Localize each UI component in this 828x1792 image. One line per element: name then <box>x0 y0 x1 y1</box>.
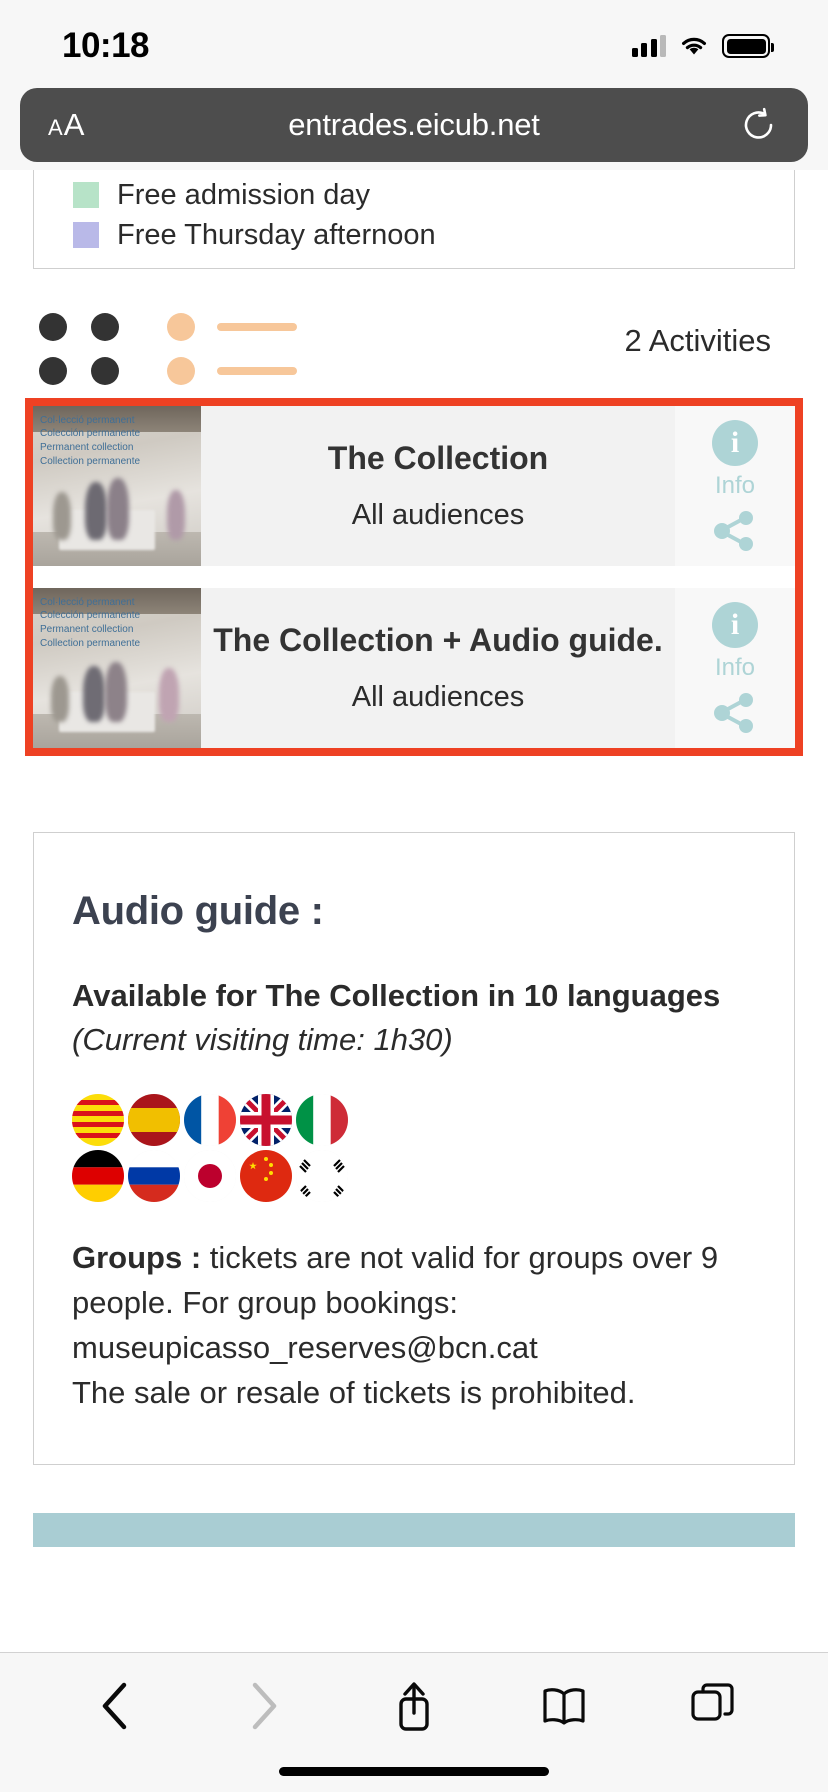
uk-flag <box>240 1093 292 1146</box>
groups-label: Groups : <box>72 1239 202 1275</box>
ios-status-bar: 10:18 <box>0 0 828 88</box>
info-label: Info <box>714 471 756 499</box>
info-icon[interactable]: i <box>712 601 758 648</box>
activity-audience: All audiences <box>351 498 525 531</box>
flag-row-1 <box>72 1093 756 1146</box>
safari-url-bar-container: A A entrades.eicub.net <box>0 88 828 176</box>
skeleton-dot <box>39 312 67 341</box>
legend-label: Free admission day <box>117 179 371 211</box>
audio-guide-card: Audio guide : Available for The Collecti… <box>33 831 795 1465</box>
thumb-caption: Col·lecció permanent Colección permanent… <box>40 414 141 467</box>
thumb-figure <box>105 661 127 722</box>
japanese-flag <box>184 1149 236 1202</box>
audio-guide-title: Audio guide : <box>72 888 324 933</box>
spanish-flag <box>128 1093 180 1146</box>
activity-title: The Collection <box>327 439 549 476</box>
skeleton-bar-orange <box>217 366 297 375</box>
info-label: Info <box>714 653 756 681</box>
thumb-caption: Col·lecció permanent Colección permanent… <box>40 596 141 649</box>
skeleton-dot <box>91 312 119 341</box>
chevron-right-icon <box>235 1677 293 1735</box>
korean-flag <box>296 1149 348 1202</box>
battery-full-icon <box>722 34 774 58</box>
legend-swatch-green <box>73 182 99 209</box>
activity-audience: All audiences <box>351 680 525 713</box>
flag-row-2 <box>72 1149 756 1202</box>
activity-thumbnail: Col·lecció permanent Colección permanent… <box>33 587 201 748</box>
chevron-left-icon[interactable] <box>86 1677 144 1735</box>
skeleton-dot <box>39 356 67 385</box>
cellular-signal-icon <box>631 35 666 57</box>
activities-count: 2 Activities <box>624 322 771 358</box>
skeleton-bar-orange <box>217 322 297 331</box>
tabs-icon[interactable] <box>684 1677 742 1735</box>
safari-bottom-toolbar <box>0 1652 828 1792</box>
text-size-button[interactable]: A A <box>48 107 84 143</box>
share-icon[interactable] <box>712 692 758 734</box>
activity-actions: i Info <box>675 405 795 566</box>
legend-item-free-thursday: Free Thursday afternoon <box>34 215 794 255</box>
language-flags <box>72 1093 756 1202</box>
thumb-figure <box>107 477 129 540</box>
thumb-figure <box>167 489 185 540</box>
activities-highlight-box: Col·lecció permanent Colección permanent… <box>25 397 803 756</box>
reload-icon[interactable] <box>740 106 778 144</box>
url-text: entrades.eicub.net <box>288 107 540 142</box>
wifi-icon <box>679 35 709 57</box>
chinese-flag <box>240 1149 292 1202</box>
home-indicator <box>279 1767 549 1776</box>
info-icon[interactable]: i <box>712 419 758 466</box>
text-size-large-a: A <box>63 107 85 142</box>
skeleton-dot <box>91 356 119 385</box>
audio-guide-visiting-time: (Current visiting time: 1h30) <box>72 1021 453 1057</box>
activity-title: The Collection + Audio guide. <box>213 621 663 658</box>
teal-button-strip[interactable] <box>33 1512 795 1547</box>
legend-swatch-purple <box>73 222 99 249</box>
legend-item-free-admission: Free admission day <box>34 175 794 215</box>
activity-card-the-collection-audio-guide[interactable]: Col·lecció permanent Colección permanent… <box>33 587 795 748</box>
thumb-figure <box>53 491 71 540</box>
webpage-content: Free admission day Free Thursday afterno… <box>0 170 828 1652</box>
loading-skeleton: 2 Activities <box>0 269 828 385</box>
calendar-legend: Free admission day Free Thursday afterno… <box>33 170 795 269</box>
activity-actions: i Info <box>675 587 795 748</box>
groups-paragraph: Groups : tickets are not valid for group… <box>72 1236 756 1371</box>
activity-card-body: The Collection + Audio guide. All audien… <box>201 587 675 748</box>
german-flag <box>72 1149 124 1202</box>
legend-label: Free Thursday afternoon <box>117 219 436 252</box>
text-size-small-a: A <box>48 115 63 140</box>
book-icon[interactable] <box>535 1677 593 1735</box>
share-up-icon[interactable] <box>385 1677 443 1735</box>
activity-thumbnail: Col·lecció permanent Colección permanent… <box>33 405 201 566</box>
italian-flag <box>296 1093 348 1146</box>
activity-card-body: The Collection All audiences <box>201 405 675 566</box>
catalan-flag <box>72 1093 124 1146</box>
share-icon[interactable] <box>712 510 758 552</box>
skeleton-dot-orange <box>167 312 195 341</box>
resale-text: The sale or resale of tickets is prohibi… <box>72 1374 636 1410</box>
french-flag <box>184 1093 236 1146</box>
safari-url-bar[interactable]: A A entrades.eicub.net <box>20 88 808 162</box>
status-time: 10:18 <box>62 26 150 65</box>
thumb-figure <box>83 665 105 722</box>
activity-card-the-collection[interactable]: Col·lecció permanent Colección permanent… <box>33 405 795 566</box>
thumb-figure <box>51 675 69 722</box>
status-indicators <box>631 34 774 58</box>
thumb-figure <box>85 481 107 540</box>
audio-guide-availability: Available for The Collection in 10 langu… <box>72 977 721 1013</box>
russian-flag <box>128 1149 180 1202</box>
skeleton-dot-orange <box>167 356 195 385</box>
thumb-figure <box>159 667 179 722</box>
